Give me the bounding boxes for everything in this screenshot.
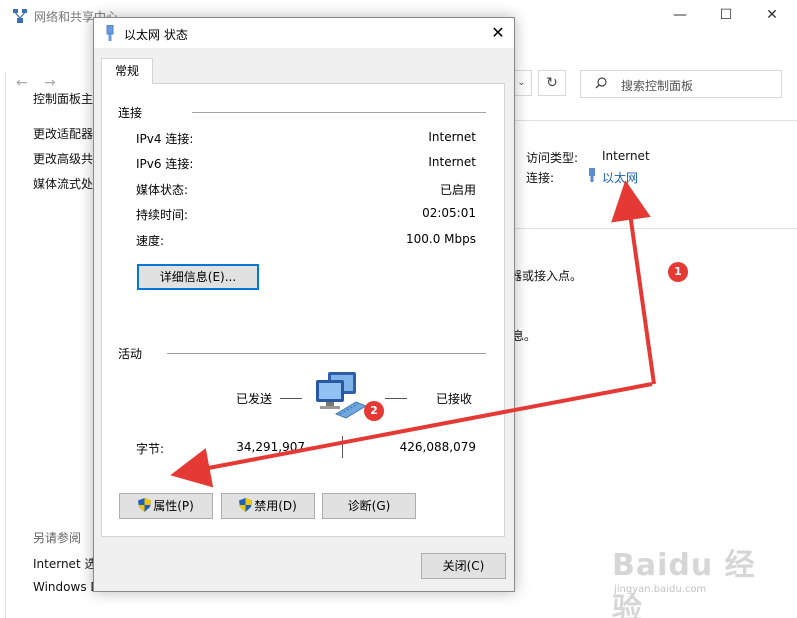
- watermark-url: jingyan.baidu.com: [614, 584, 707, 595]
- bytes-sent-value: 34,291,907: [236, 440, 305, 454]
- panel-divider: [514, 228, 797, 229]
- search-icon: [595, 77, 607, 89]
- setup-text-fragment: 器或接入点。: [510, 269, 583, 283]
- see-also-title: 另请参阅: [33, 531, 82, 545]
- ethernet-connector-icon: [589, 168, 595, 182]
- sidebar-link-adapter-settings[interactable]: 更改适配器: [33, 125, 93, 142]
- sidebar-link-media-streaming[interactable]: 媒体流式处: [33, 175, 93, 192]
- address-dropdown-icon[interactable]: ⌄: [512, 70, 532, 96]
- properties-button[interactable]: 属性(P): [119, 493, 213, 519]
- speed-label: 速度:: [136, 234, 165, 248]
- ipv6-label: IPv6 连接:: [136, 157, 194, 171]
- refresh-icon[interactable]: ↻: [538, 70, 566, 96]
- sent-dash: [280, 398, 302, 399]
- dialog-titlebar: 以太网 状态 ✕: [94, 18, 514, 48]
- annotation-badge-1: 1: [668, 262, 688, 282]
- annotation-badge-2: 2: [364, 401, 384, 421]
- dialog-close-icon[interactable]: ✕: [482, 18, 514, 48]
- media-state-label: 媒体状态:: [136, 183, 189, 197]
- screen: 网络和共享中心 — ☐ ✕ ← → ⌄ ↻ 搜索控制面板 控制面板主 更改适配器…: [0, 0, 797, 618]
- ethernet-connector-icon: [106, 25, 114, 41]
- speed-value: 100.0 Mbps: [405, 232, 476, 246]
- uac-shield-icon: [239, 498, 253, 512]
- disable-button[interactable]: 禁用(D): [221, 493, 315, 519]
- connection-label: 连接:: [526, 171, 555, 185]
- network-center-icon: [13, 9, 27, 23]
- dialog-title: 以太网 状态: [124, 28, 188, 42]
- ethernet-connection-link[interactable]: 以太网: [602, 169, 638, 186]
- bytes-label: 字节:: [136, 442, 165, 456]
- sidebar-edge: [0, 72, 6, 618]
- close-button[interactable]: 关闭(C): [421, 553, 506, 579]
- received-label: 已接收: [436, 392, 473, 406]
- general-tab-page: 连接 IPv4 连接: Internet IPv6 连接: Internet 媒…: [101, 83, 505, 537]
- connection-group-title: 连接: [118, 106, 143, 120]
- minimize-button[interactable]: —: [657, 0, 703, 32]
- activity-group-title: 活动: [118, 347, 143, 361]
- group-divider: [192, 112, 486, 113]
- sent-label: 已发送: [236, 392, 273, 406]
- disable-button-label: 禁用(D): [254, 499, 297, 513]
- back-arrow-icon[interactable]: ←: [16, 75, 28, 91]
- duration-label: 持续时间:: [136, 208, 189, 222]
- forward-arrow-icon[interactable]: →: [44, 75, 56, 91]
- search-input[interactable]: 搜索控制面板: [580, 70, 782, 98]
- watermark-brand: Baidu 经验: [612, 548, 756, 618]
- maximize-button[interactable]: ☐: [703, 0, 749, 32]
- baidu-watermark: Baidu 经验 jingyan.baidu.com: [612, 540, 762, 618]
- troubleshoot-text-fragment: 息。: [512, 329, 537, 343]
- media-state-value: 已启用: [439, 183, 476, 197]
- received-dash: [385, 398, 407, 399]
- bytes-separator: [342, 436, 343, 458]
- ipv6-value: Internet: [428, 155, 476, 169]
- access-type-label: 访问类型:: [526, 151, 579, 165]
- access-type-value: Internet: [602, 149, 650, 163]
- close-window-button[interactable]: ✕: [749, 0, 795, 32]
- properties-button-label: 属性(P): [153, 499, 194, 513]
- uac-shield-icon: [138, 498, 152, 512]
- ethernet-status-dialog: 以太网 状态 ✕ 常规 连接 IPv4 连接: Internet IPv6 连接…: [93, 17, 515, 592]
- see-also-internet-options[interactable]: Internet 选: [33, 555, 96, 572]
- ipv4-value: Internet: [428, 130, 476, 144]
- diagnose-button[interactable]: 诊断(G): [322, 493, 416, 519]
- ipv4-label: IPv4 连接:: [136, 132, 194, 146]
- bytes-received-value: 426,088,079: [399, 440, 476, 454]
- panel-divider: [514, 120, 797, 121]
- tab-general[interactable]: 常规: [101, 58, 153, 84]
- sidebar-link-advanced-sharing[interactable]: 更改高级共: [33, 150, 93, 167]
- search-placeholder: 搜索控制面板: [621, 79, 694, 93]
- group-divider: [167, 353, 486, 354]
- duration-value: 02:05:01: [422, 206, 476, 220]
- details-button[interactable]: 详细信息(E)...: [137, 264, 259, 290]
- see-also-windows-defender[interactable]: Windows D: [33, 580, 100, 594]
- sidebar-control-panel-home[interactable]: 控制面板主: [33, 90, 93, 107]
